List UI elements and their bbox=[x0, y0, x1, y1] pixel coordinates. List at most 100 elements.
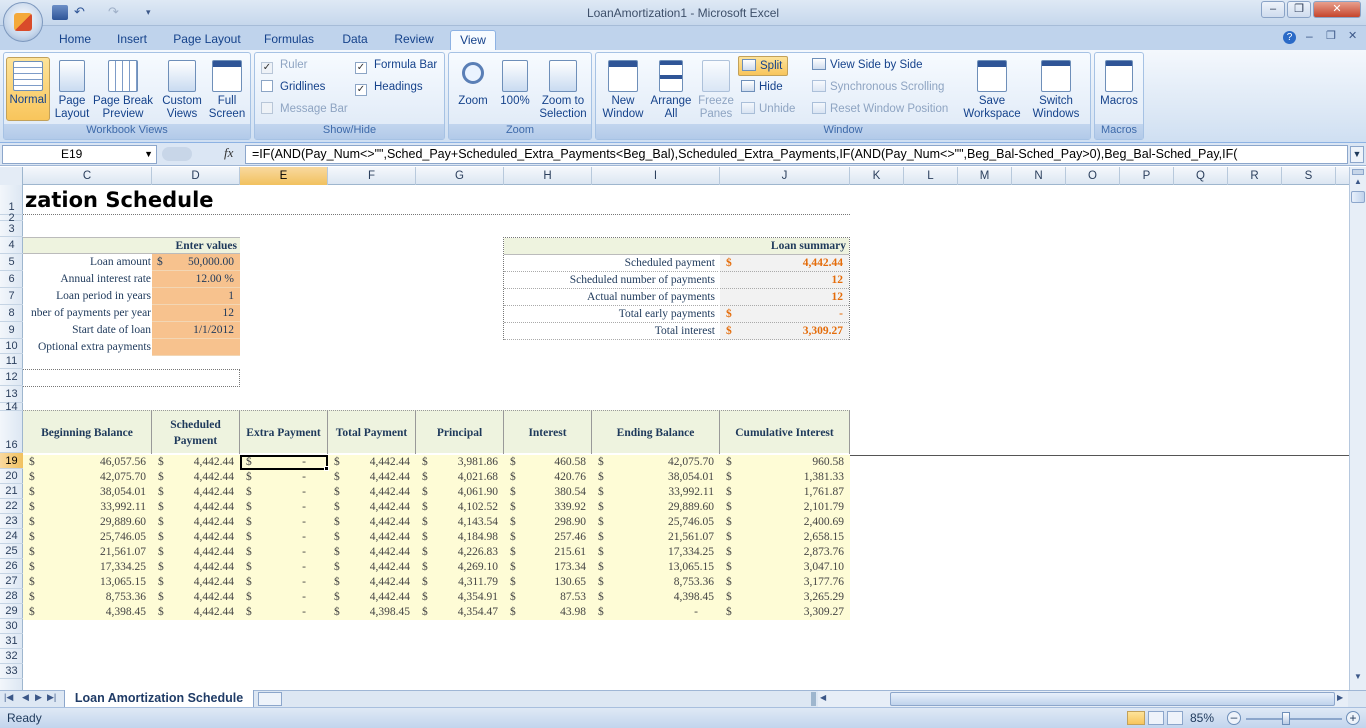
row-header-6[interactable]: 6 bbox=[0, 271, 23, 288]
vertical-scrollbar[interactable]: ▲ ▼ bbox=[1349, 167, 1366, 690]
table-cell[interactable]: $17,334.25 bbox=[23, 560, 152, 575]
zoom-level[interactable]: 85% bbox=[1190, 711, 1214, 725]
zoom-button[interactable]: Zoom bbox=[453, 57, 493, 121]
input-cell[interactable]: 1/1/2012 bbox=[152, 322, 240, 339]
table-cell[interactable]: $4,442.44 bbox=[328, 470, 416, 485]
table-cell[interactable]: $ - bbox=[240, 560, 328, 575]
custom-views-button[interactable]: Custom Views bbox=[158, 57, 206, 121]
insert-sheet-icon[interactable] bbox=[258, 692, 282, 706]
fill-handle[interactable] bbox=[324, 466, 329, 471]
restore-button[interactable]: ❐ bbox=[1287, 1, 1311, 18]
normal-view-icon[interactable] bbox=[1127, 711, 1145, 725]
table-cell[interactable]: $2,658.15 bbox=[720, 530, 850, 545]
column-header-d[interactable]: D bbox=[152, 167, 240, 185]
zoom-slider-track[interactable] bbox=[1246, 718, 1342, 720]
row-header-31[interactable]: 31 bbox=[0, 634, 23, 649]
table-cell[interactable]: $4,442.44 bbox=[328, 455, 416, 470]
table-cell[interactable]: $25,746.05 bbox=[23, 530, 152, 545]
table-cell[interactable]: $257.46 bbox=[504, 530, 592, 545]
freeze-panes-button[interactable]: Freeze Panes bbox=[694, 57, 738, 121]
column-header-r[interactable]: R bbox=[1228, 167, 1282, 185]
save-workspace-button[interactable]: Save Workspace bbox=[960, 57, 1024, 121]
zoom-slider-thumb[interactable] bbox=[1282, 712, 1290, 725]
last-sheet-icon[interactable]: ▶| bbox=[47, 692, 56, 703]
table-cell[interactable]: $4,442.44 bbox=[328, 485, 416, 500]
table-cell[interactable]: $29,889.60 bbox=[23, 515, 152, 530]
row-header-32[interactable]: 32 bbox=[0, 649, 23, 664]
input-cell[interactable]: 12 bbox=[152, 305, 240, 322]
table-cell[interactable]: $4,061.90 bbox=[416, 485, 504, 500]
table-cell[interactable]: $4,442.44 bbox=[152, 605, 240, 620]
new-window-button[interactable]: New Window bbox=[598, 57, 648, 121]
table-cell[interactable]: $21,561.07 bbox=[592, 530, 720, 545]
scroll-up-icon[interactable]: ▲ bbox=[1350, 177, 1366, 191]
row-header-8[interactable]: 8 bbox=[0, 305, 23, 322]
table-cell[interactable]: $4,143.54 bbox=[416, 515, 504, 530]
table-cell[interactable]: $ - bbox=[240, 575, 328, 590]
table-cell[interactable]: $4,442.44 bbox=[328, 560, 416, 575]
row-header-26[interactable]: 26 bbox=[0, 559, 23, 574]
table-cell[interactable]: $1,761.87 bbox=[720, 485, 850, 500]
h-scroll-thumb[interactable] bbox=[890, 692, 1335, 706]
formula-bar-grip-icon[interactable] bbox=[162, 147, 192, 161]
tab-split-handle[interactable] bbox=[811, 692, 816, 706]
table-cell[interactable]: $4,442.44 bbox=[152, 500, 240, 515]
table-cell[interactable]: $4,442.44 bbox=[152, 590, 240, 605]
table-cell[interactable]: $4,442.44 bbox=[328, 500, 416, 515]
table-cell[interactable]: $33,992.11 bbox=[23, 500, 152, 515]
table-cell[interactable]: $4,442.44 bbox=[328, 515, 416, 530]
input-cell[interactable]: 12.00 % bbox=[152, 271, 240, 288]
column-header-e[interactable]: E bbox=[240, 167, 328, 185]
row-header-33[interactable]: 33 bbox=[0, 664, 23, 679]
table-cell[interactable]: $38,054.01 bbox=[23, 485, 152, 500]
table-cell[interactable]: $4,442.44 bbox=[328, 590, 416, 605]
message-bar-checkbox[interactable]: Message Bar bbox=[261, 100, 348, 120]
tab-home[interactable]: Home bbox=[52, 30, 98, 50]
table-cell[interactable]: $3,047.10 bbox=[720, 560, 850, 575]
table-cell[interactable]: $4,354.91 bbox=[416, 590, 504, 605]
ruler-checkbox[interactable]: ✓ Ruler bbox=[261, 56, 307, 76]
table-cell[interactable]: $4,442.44 bbox=[152, 515, 240, 530]
table-cell[interactable]: $8,753.36 bbox=[592, 575, 720, 590]
table-cell[interactable]: $25,746.05 bbox=[592, 515, 720, 530]
table-cell[interactable]: $215.61 bbox=[504, 545, 592, 560]
close-button[interactable]: ✕ bbox=[1313, 1, 1361, 18]
table-cell[interactable]: $4,442.44 bbox=[328, 530, 416, 545]
table-cell[interactable]: $4,311.79 bbox=[416, 575, 504, 590]
zoom-in-icon[interactable]: + bbox=[1346, 711, 1360, 725]
ribbon-minimize-icon[interactable]: – bbox=[1306, 29, 1313, 43]
table-cell[interactable]: $380.54 bbox=[504, 485, 592, 500]
minimize-button[interactable]: – bbox=[1261, 1, 1285, 18]
table-cell[interactable]: $3,309.27 bbox=[720, 605, 850, 620]
row-header-22[interactable]: 22 bbox=[0, 499, 23, 514]
table-cell[interactable]: $4,226.83 bbox=[416, 545, 504, 560]
table-cell[interactable]: $33,992.11 bbox=[592, 485, 720, 500]
table-cell[interactable]: $1,381.33 bbox=[720, 470, 850, 485]
expand-formula-bar-icon[interactable]: ▼ bbox=[1350, 146, 1364, 163]
row-header-20[interactable]: 20 bbox=[0, 469, 23, 484]
table-cell[interactable]: $2,101.79 bbox=[720, 500, 850, 515]
horizontal-scrollbar[interactable]: ◀ ▶ bbox=[818, 691, 1348, 707]
table-cell[interactable]: $ - bbox=[240, 500, 328, 515]
page-break-view-icon[interactable] bbox=[1167, 711, 1183, 725]
table-cell[interactable]: $43.98 bbox=[504, 605, 592, 620]
tab-view[interactable]: View bbox=[450, 30, 496, 50]
tab-page-layout[interactable]: Page Layout bbox=[168, 30, 246, 50]
table-cell[interactable]: $ - bbox=[240, 530, 328, 545]
table-cell[interactable]: $420.76 bbox=[504, 470, 592, 485]
row-header-1[interactable]: 1 bbox=[0, 185, 23, 215]
column-header-n[interactable]: N bbox=[1012, 167, 1066, 185]
table-cell[interactable]: $4,442.44 bbox=[152, 485, 240, 500]
table-cell[interactable]: $2,400.69 bbox=[720, 515, 850, 530]
page-break-preview-button[interactable]: Page Break Preview bbox=[92, 57, 154, 121]
row-header-12[interactable]: 12 bbox=[0, 369, 23, 386]
row-header-24[interactable]: 24 bbox=[0, 529, 23, 544]
table-cell[interactable]: $13,065.15 bbox=[592, 560, 720, 575]
table-cell[interactable]: $4,442.44 bbox=[152, 455, 240, 470]
row-header-10[interactable]: 10 bbox=[0, 339, 23, 354]
arrange-all-button[interactable]: Arrange All bbox=[648, 57, 694, 121]
row-header-23[interactable]: 23 bbox=[0, 514, 23, 529]
table-cell[interactable]: $4,354.47 bbox=[416, 605, 504, 620]
row-header-21[interactable]: 21 bbox=[0, 484, 23, 499]
table-cell[interactable]: $960.58 bbox=[720, 455, 850, 470]
